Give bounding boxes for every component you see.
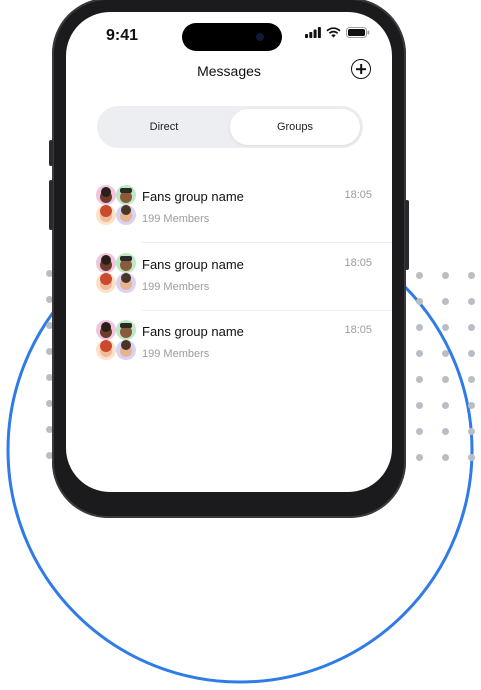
phone-side-button-left xyxy=(49,180,53,230)
page-title: Messages xyxy=(197,63,261,79)
group-name: Fans group name xyxy=(142,257,244,272)
group-name: Fans group name xyxy=(142,189,244,204)
group-list-item[interactable]: Fans group name 199 Members 18:05 xyxy=(96,320,392,380)
dot-pattern-right xyxy=(400,0,481,471)
add-group-button[interactable] xyxy=(351,59,371,79)
message-time: 18:05 xyxy=(344,257,372,269)
battery-icon xyxy=(346,27,370,38)
group-avatar-icon xyxy=(96,185,136,225)
dynamic-island xyxy=(182,23,282,51)
message-time: 18:05 xyxy=(344,324,372,336)
group-avatar-icon xyxy=(96,320,136,360)
message-time: 18:05 xyxy=(344,189,372,201)
phone-side-button-right xyxy=(405,200,409,270)
group-list-item[interactable]: Fans group name 199 Members 18:05 xyxy=(96,185,392,245)
segmented-control: Direct Groups xyxy=(97,106,363,148)
group-avatar-icon xyxy=(96,253,136,293)
signal-icon xyxy=(305,27,321,38)
tab-groups[interactable]: Groups xyxy=(230,109,360,145)
group-members-count: 199 Members xyxy=(142,213,210,225)
status-time: 9:41 xyxy=(106,27,139,44)
phone-screen: 9:41 Messages Direct Groups Fans group n… xyxy=(66,12,392,492)
wifi-icon xyxy=(326,27,341,38)
dot-pattern-left xyxy=(0,0,60,471)
status-icons xyxy=(305,27,370,38)
camera-icon xyxy=(256,33,264,41)
group-list-item[interactable]: Fans group name 199 Members 18:05 xyxy=(96,253,392,313)
group-members-count: 199 Members xyxy=(142,348,210,360)
group-members-count: 199 Members xyxy=(142,281,210,293)
group-name: Fans group name xyxy=(142,324,244,339)
tab-direct[interactable]: Direct xyxy=(100,109,228,145)
row-divider xyxy=(142,310,392,311)
row-divider xyxy=(142,242,392,243)
phone-side-button-left xyxy=(49,140,53,166)
